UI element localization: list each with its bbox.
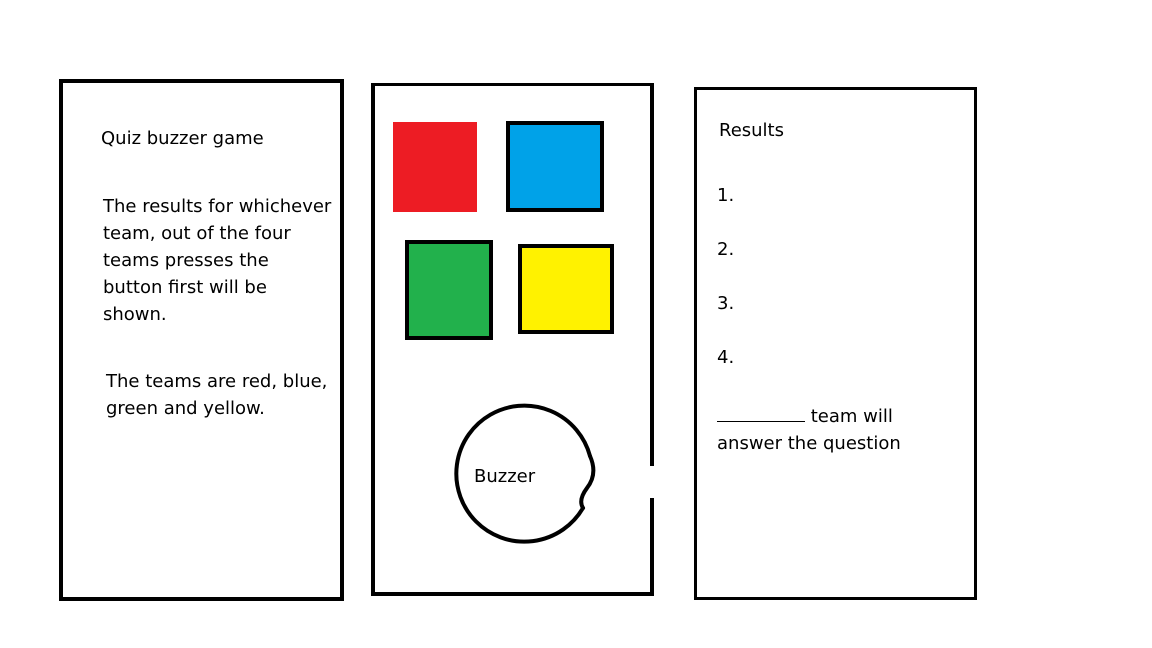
- answering-team-blank: [717, 403, 805, 422]
- game-title: Quiz buzzer game: [101, 128, 264, 149]
- buzzer-label: Buzzer: [474, 466, 536, 487]
- results-panel: Results 1. 2. 3. 4. team will answer the…: [694, 87, 977, 600]
- rank-3: 3.: [717, 293, 735, 314]
- buzzer-panel: Buzzer: [371, 83, 656, 596]
- teams-description: The teams are red, blue, green and yello…: [106, 371, 328, 419]
- yellow-team-button[interactable]: [518, 244, 614, 334]
- answering-team-line: team will answer the question: [717, 403, 947, 457]
- game-description: The results for whichever team, out of t…: [103, 196, 332, 325]
- blue-team-button[interactable]: [506, 121, 604, 212]
- info-panel: Quiz buzzer game The results for whichev…: [59, 79, 344, 601]
- rank-1: 1.: [717, 185, 735, 206]
- green-team-button[interactable]: [405, 240, 493, 340]
- red-team-button[interactable]: [393, 122, 477, 212]
- rank-2: 2.: [717, 239, 735, 260]
- rank-4: 4.: [717, 347, 735, 368]
- results-title: Results: [719, 120, 784, 141]
